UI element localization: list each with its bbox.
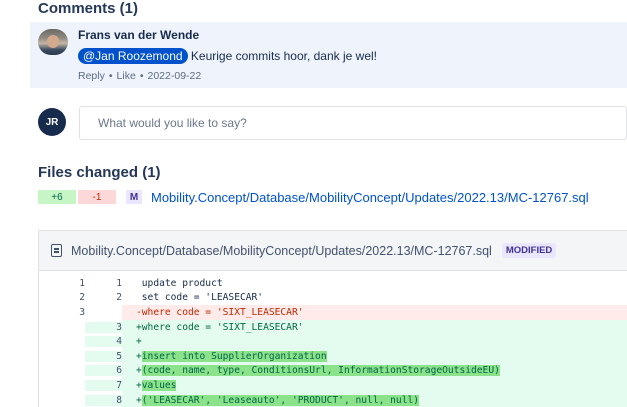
- diff-line: 7 + values: [39, 378, 627, 393]
- old-line-number: 1: [79, 277, 85, 289]
- diff-code: 1 1 update product 2 2 set code = 'LEASECAR…: [39, 276, 627, 407]
- diff-line-text: + ('LEASECAR', 'Leaseauto', 'PRODUCT', nu…: [122, 392, 627, 407]
- like-link[interactable]: Like: [117, 70, 136, 82]
- separator-dot: •: [139, 70, 144, 82]
- diff-line-text: + (code, name, type, ConditionsUrl, Infor…: [122, 363, 627, 379]
- diff-line: 1 1 update product: [39, 276, 627, 291]
- diff-line-text: + values: [122, 378, 627, 393]
- comment-date: 2022-09-22: [147, 70, 202, 82]
- diff-line-text: set code = 'LEASECAR': [136, 292, 264, 304]
- comment-author[interactable]: Frans van der Wende: [78, 28, 199, 42]
- deletions-badge: -1: [78, 190, 116, 204]
- old-line-number: 2: [79, 292, 85, 304]
- diff-line-text: update product: [136, 277, 223, 289]
- diff-header: Mobility.Concept/Database/MobilityConcep…: [39, 231, 627, 271]
- avatar[interactable]: [38, 29, 68, 55]
- separator-dot: •: [108, 70, 113, 82]
- new-line-number: 2: [116, 292, 122, 304]
- file-icon: [51, 244, 62, 257]
- new-line-number: 7: [85, 379, 122, 391]
- changed-file-link[interactable]: Mobility.Concept/Database/MobilityConcep…: [151, 190, 589, 205]
- comment-body: @Jan Roozemond Keurige commits hoor, dan…: [78, 48, 377, 64]
- diff-line: 8 + ('LEASECAR', 'Leaseauto', 'PRODUCT', n…: [39, 392, 627, 407]
- comment: Frans van der Wende @Jan Roozemond Keuri…: [30, 22, 627, 88]
- diff-line: 5 + insert into SupplierOrganization: [39, 348, 627, 364]
- diff-line: 3 +where code = 'SIXT_LEASECAR': [39, 319, 627, 335]
- comment-text: Keurige commits hoor, dank je wel!: [187, 49, 377, 63]
- diff-line: 2 2 set code = 'LEASECAR': [39, 291, 627, 306]
- new-line-number: 5: [85, 350, 122, 362]
- files-changed-title: Files changed (1): [38, 164, 161, 181]
- new-line-number: 8: [85, 394, 122, 406]
- diff-line: 3 -where code = 'SIXT_LEASECAR': [39, 305, 627, 320]
- diff-highlight: insert into SupplierOrganization: [141, 350, 327, 362]
- additions-badge: +6: [38, 190, 76, 204]
- diff-panel: Mobility.Concept/Database/MobilityConcep…: [38, 230, 627, 407]
- comments-title: Comments (1): [38, 0, 139, 17]
- diff-highlight: ('LEASECAR', 'Leaseauto', 'PRODUCT', nul…: [141, 394, 420, 406]
- reply-link[interactable]: Reply: [78, 70, 105, 82]
- diff-line: 4 +: [39, 334, 627, 349]
- new-line-number: 6: [85, 365, 122, 377]
- modified-badge: MODIFIED: [501, 243, 557, 258]
- diff-line-text: -where code = 'SIXT_LEASECAR': [122, 305, 627, 320]
- diff-line-text: +where code = 'SIXT_LEASECAR': [122, 319, 627, 335]
- diff-file-path[interactable]: Mobility.Concept/Database/MobilityConcep…: [71, 244, 492, 258]
- new-line-number: 4: [85, 336, 122, 348]
- diff-line-text: +: [122, 334, 627, 349]
- diff-line: 6 + (code, name, type, ConditionsUrl, Info…: [39, 363, 627, 379]
- changed-file-row: +6 -1 M Mobility.Concept/Database/Mobili…: [38, 189, 589, 205]
- comment-input[interactable]: [79, 106, 627, 140]
- new-line-number: 3: [85, 321, 122, 333]
- old-line-number: 3: [79, 306, 85, 318]
- new-line-number: 1: [116, 277, 122, 289]
- comment-meta: Reply • Like • 2022-09-22: [78, 70, 201, 82]
- diff-highlight: (code, name, type, ConditionsUrl, Inform…: [141, 365, 500, 377]
- diff-highlight: values: [141, 379, 177, 391]
- user-mention[interactable]: @Jan Roozemond: [78, 48, 188, 64]
- diff-line-text: + insert into SupplierOrganization: [122, 348, 627, 364]
- current-user-avatar: JR: [38, 108, 66, 136]
- modified-status-badge: M: [126, 190, 142, 204]
